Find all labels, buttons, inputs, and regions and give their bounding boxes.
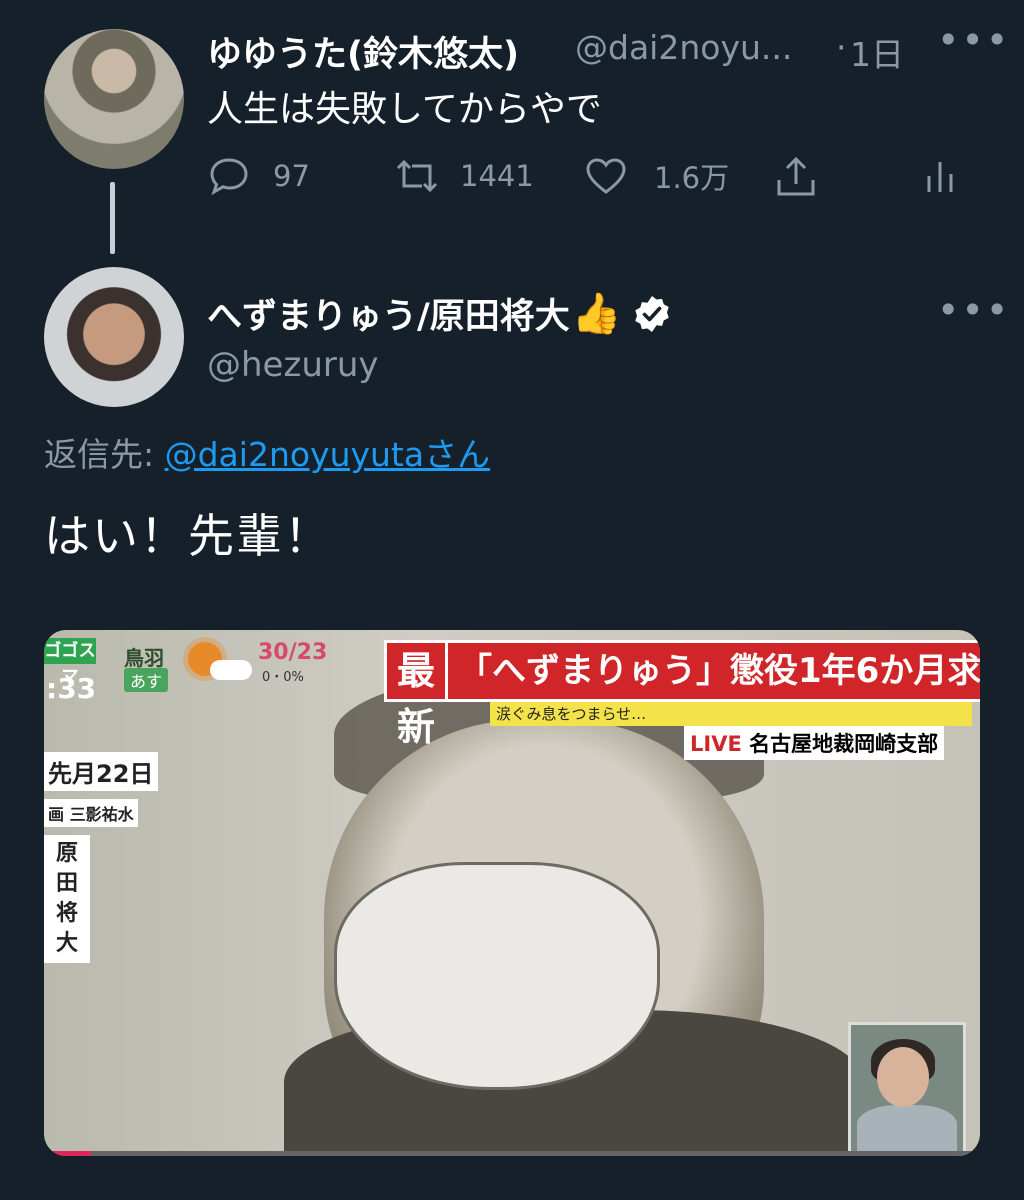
thread-connector [110,182,115,254]
retweet-count: 1441 [460,159,534,193]
verified-icon [634,295,669,332]
breaking-label: 最新 [384,640,449,749]
tweet2-display-name[interactable]: へずまりゅう/原田将大 [207,288,570,339]
sketch-mask [334,862,660,1090]
inset-face [877,1047,929,1107]
tweet-media-image[interactable]: ゴゴスマ :33 鳥羽 あす 30/23 0・0% 最新 「へずまりゅう」懲役1… [44,630,980,1156]
news-banner: 最新 「へずまりゅう」懲役1年6か月求刑 [384,640,980,749]
weather-rain: 0・0% [262,670,304,685]
like-count: 1.6万 [654,161,730,195]
inset-body [857,1105,957,1153]
tweet2-name-row[interactable]: へずまりゅう/原田将大 👍 [207,288,672,339]
tweet1-separator: · [836,28,847,67]
reply-count: 97 [273,159,310,193]
retweet-button[interactable]: 1441 [394,154,534,198]
share-button[interactable] [773,154,819,200]
tweet1-handle[interactable]: @dai2noyu... [575,28,792,67]
video-progress-bar[interactable] [44,1151,980,1156]
reply-to-link[interactable]: @dai2noyuyutaさん [165,435,491,474]
tweet2-handle[interactable]: @hezuruy [207,345,379,385]
live-bar: LIVE 名古屋地裁岡崎支部 [684,726,945,760]
like-icon [586,158,626,194]
live-label: LIVE [690,732,742,756]
reply-icon [210,158,248,196]
weather-temperature: 30/23 [258,640,328,665]
tweet1-text: 人生は失敗してからやで [207,89,602,130]
avatar-hezuruy[interactable] [44,267,184,407]
share-icon [777,156,815,196]
news-headline: 「へずまりゅう」懲役1年6か月求刑 [448,640,980,702]
sketch-person: 原田将大 [44,835,90,963]
reply-to-prefix: 返信先: [44,435,165,474]
tweet2-text: はい！先輩！ [44,509,332,563]
like-button[interactable]: 1.6万 [584,154,729,198]
thumbs-up-emoji: 👍 [571,291,622,337]
sketch-artist: 画 三影祐水 [44,799,138,827]
weather-location: 鳥羽 [124,646,164,670]
more-icon[interactable]: ••• [937,291,1010,329]
tv-clock: :33 [46,672,97,705]
analytics-button[interactable] [924,154,956,198]
news-subtitle: 涙ぐみ息をつまらせ… [490,702,972,726]
avatar-yuyuta[interactable] [44,29,184,169]
presenter-inset [848,1022,966,1156]
sketch-caption: 先月22日 画 三影祐水 原田将大 [44,752,158,963]
cloud-icon [210,660,252,680]
reply-to-line: 返信先: @dai2noyuyutaさん [44,428,490,476]
reply-button[interactable]: 97 [207,154,310,198]
sketch-date: 先月22日 [44,752,158,791]
analytics-icon [927,162,953,192]
tweet1-timestamp[interactable]: 1日 [850,28,904,76]
more-icon[interactable]: ••• [937,21,1010,59]
live-location: 名古屋地裁岡崎支部 [749,732,939,756]
weather-day: あす [124,668,169,692]
retweet-icon [396,159,438,193]
tweet1-display-name[interactable]: ゆゆうた(鈴木悠太) [207,26,519,77]
tv-logo: ゴゴスマ [44,638,96,687]
video-progress-fill [44,1151,91,1156]
